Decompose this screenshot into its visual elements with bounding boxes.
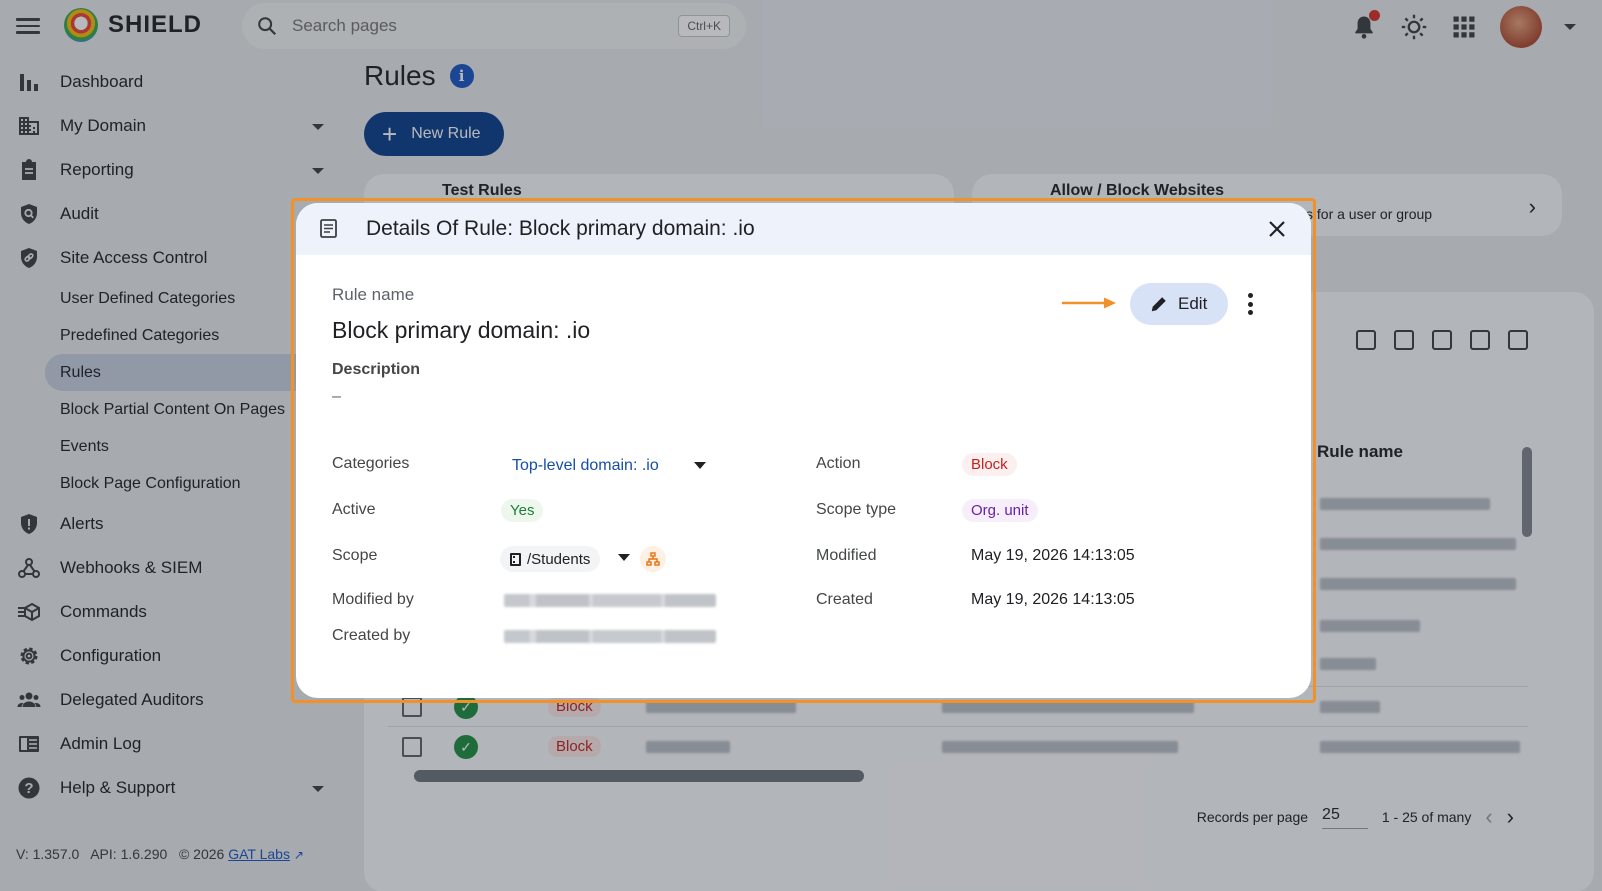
scope-dropdown-icon[interactable]: [618, 554, 630, 561]
modified-label: Modified: [816, 547, 877, 564]
org-tree-icon[interactable]: [640, 546, 666, 572]
created-label: Created: [816, 591, 873, 608]
modified-by-label: Modified by: [332, 591, 414, 608]
document-icon: [320, 219, 337, 238]
org-unit-icon: [510, 552, 521, 566]
rule-details-dialog: Details Of Rule: Block primary domain: .…: [296, 203, 1311, 698]
more-vert-icon[interactable]: [1248, 293, 1254, 315]
action-value: Block: [962, 453, 1017, 476]
rule-name-value: Block primary domain: .io: [332, 317, 591, 343]
created-value: May 19, 2026 14:13:05: [971, 591, 1135, 608]
active-value: Yes: [501, 499, 544, 522]
action-label: Action: [816, 455, 861, 472]
categories-value[interactable]: Top-level domain: .io: [512, 457, 659, 475]
dialog-title: Details Of Rule: Block primary domain: .…: [366, 217, 755, 240]
scope-type-value: Org. unit: [962, 499, 1038, 522]
redacted-email: [504, 594, 716, 607]
edit-button[interactable]: Edit: [1130, 283, 1228, 325]
categories-label: Categories: [332, 455, 410, 472]
scope-type-label: Scope type: [816, 501, 897, 518]
dialog-header: Details Of Rule: Block primary domain: .…: [296, 203, 1311, 255]
scope-label: Scope: [332, 547, 378, 564]
scope-value: /Students: [527, 550, 591, 568]
arrow-annotation-icon: [1062, 297, 1116, 309]
categories-dropdown-icon[interactable]: [694, 462, 706, 469]
pencil-icon: [1151, 297, 1166, 312]
close-icon[interactable]: [1263, 215, 1291, 243]
redacted-email: [504, 630, 716, 643]
description-value: –: [332, 388, 341, 405]
modified-value: May 19, 2026 14:13:05: [971, 547, 1135, 564]
active-label: Active: [332, 501, 376, 518]
scope-chip[interactable]: /Students: [500, 546, 601, 572]
edit-label: Edit: [1178, 294, 1208, 313]
rule-name-label: Rule name: [332, 285, 415, 304]
created-by-label: Created by: [332, 627, 411, 644]
description-label: Description: [332, 361, 421, 378]
